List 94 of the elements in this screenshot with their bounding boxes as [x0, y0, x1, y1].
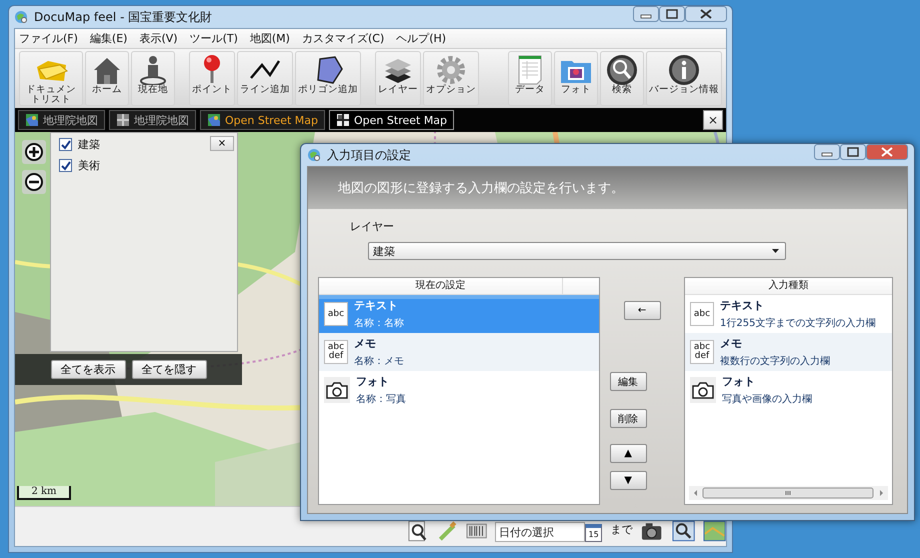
list-button[interactable]: ▲ — [610, 444, 647, 463]
search-icon[interactable] — [672, 520, 695, 542]
item-name: テキスト — [720, 298, 765, 313]
item-name: フォト — [356, 374, 390, 389]
toolbar-button[interactable]: ライン追加 — [237, 51, 293, 106]
map-tab[interactable]: 地理院地図 — [109, 110, 196, 130]
close-button[interactable] — [685, 6, 727, 22]
close-button[interactable]: × — [210, 136, 234, 151]
map-tab[interactable]: 地理院地図 — [18, 110, 105, 130]
layer-dropdown[interactable]: 建築 — [368, 242, 786, 260]
list-button[interactable]: ← — [624, 301, 661, 320]
minimize-button[interactable] — [633, 6, 659, 22]
map-thumbnail-icon — [25, 113, 39, 127]
item-detail: 名称：写真 — [356, 392, 406, 406]
menu-item[interactable]: ヘルプ(H) — [396, 31, 446, 46]
list-item[interactable]: フォト 名称：写真 — [319, 371, 600, 409]
checkbox[interactable] — [59, 159, 72, 172]
map-tab[interactable]: Open Street Map — [329, 110, 454, 130]
caret-icon — [772, 249, 779, 253]
column-header: 入力種類 — [768, 278, 810, 293]
toolbar-button[interactable]: ポリゴン追加 — [295, 51, 361, 106]
panel-button[interactable]: 全てを表示 — [50, 360, 126, 379]
toolbar-button[interactable]: ホーム — [85, 51, 129, 106]
search-icon — [605, 53, 639, 85]
menu-item[interactable]: 表示(V) — [139, 31, 178, 46]
menu-item[interactable]: カスタマイズ(C) — [302, 31, 384, 46]
maximize-button[interactable] — [659, 6, 685, 22]
layer-label: レイヤー — [350, 219, 395, 234]
item-detail: 写真や画像の入力欄 — [722, 392, 812, 406]
window-title: 入力項目の設定 — [327, 146, 411, 164]
zoom-out-icon[interactable] — [22, 170, 46, 194]
app-icon — [14, 10, 28, 24]
list-item[interactable]: フォト 写真や画像の入力欄 — [685, 371, 892, 409]
list-button[interactable]: 編集 — [610, 372, 647, 391]
text-type-icon: abc — [324, 302, 348, 326]
toolbar-button[interactable]: データ — [508, 51, 552, 106]
pencil-icon[interactable] — [436, 520, 458, 542]
panel-button[interactable]: 全てを隠す — [132, 360, 206, 379]
zoom-in-icon[interactable] — [22, 140, 46, 164]
item-detail: 1行255文字までの文字列の入力欄 — [720, 316, 876, 330]
item-name: メモ — [720, 336, 743, 351]
item-detail: 複数行の文字列の入力欄 — [720, 354, 830, 368]
menu-item[interactable]: ツール(T) — [190, 31, 238, 46]
menu-item[interactable]: ファイル(F) — [19, 31, 78, 46]
minimize-button[interactable] — [814, 144, 840, 160]
list-item[interactable]: abc テキスト 名称：名称 — [319, 295, 600, 333]
toolbar-button[interactable]: バージョン情報 — [646, 51, 722, 106]
map-thumbnail-icon — [336, 113, 350, 127]
document-search-icon[interactable] — [407, 520, 428, 542]
text-type-icon: abc — [690, 302, 714, 326]
item-name: メモ — [354, 336, 377, 351]
horizontal-scrollbar[interactable] — [689, 486, 888, 500]
toolbar-button[interactable]: 現在地 — [131, 51, 175, 106]
layer-name: 美術 — [78, 158, 100, 173]
item-detail: 名称：メモ — [354, 355, 404, 368]
camera-icon — [324, 377, 350, 403]
camera-icon — [690, 377, 716, 403]
scale-bar: 2 km — [17, 486, 71, 500]
map-tab[interactable]: Open Street Map — [200, 110, 326, 130]
layer-name: 建築 — [78, 137, 100, 152]
toolbar-button[interactable]: オプション — [423, 51, 479, 106]
toolbar-button[interactable]: ポイント — [189, 51, 235, 106]
column-header: 現在の設定 — [319, 278, 564, 294]
date-field[interactable]: 日付の選択 — [494, 522, 585, 542]
list-item[interactable]: abc def メモ 名称：メモ — [319, 333, 600, 371]
until-label: まで — [610, 522, 632, 537]
window-title: DocuMap feel - 国宝重要文化財 — [34, 8, 212, 26]
item-name: テキスト — [354, 298, 399, 313]
checkbox[interactable] — [59, 138, 72, 151]
map-thumbnail-icon — [207, 113, 221, 127]
item-name: フォト — [722, 374, 756, 389]
list-button[interactable]: 削除 — [610, 409, 647, 428]
toolbar-button[interactable]: フォト — [554, 51, 598, 106]
toolbar-button[interactable]: 検索 — [600, 51, 644, 106]
settings-icon — [434, 53, 468, 85]
menu-item[interactable]: 編集(E) — [90, 31, 128, 46]
close-button[interactable]: × — [703, 110, 723, 130]
list-item[interactable]: abc def メモ 複数行の文字列の入力欄 — [685, 333, 892, 371]
info-icon — [667, 53, 701, 85]
text-type-icon: abc def — [324, 340, 348, 364]
list-item[interactable]: abc テキスト 1行255文字までの文字列の入力欄 — [685, 295, 892, 333]
menu-item[interactable]: 地図(M) — [250, 31, 290, 46]
text-type-icon: abc def — [690, 340, 714, 364]
calendar-icon[interactable]: 15 — [584, 524, 602, 542]
toolbar-button[interactable]: ドキュメントリスト — [19, 51, 83, 106]
close-button[interactable] — [866, 144, 908, 160]
item-detail: 名称：名称 — [354, 317, 404, 330]
list-button[interactable]: ▼ — [610, 471, 647, 490]
toolbar-button[interactable]: レイヤー — [375, 51, 421, 106]
map-icon[interactable] — [702, 520, 726, 542]
map-thumbnail-icon — [116, 113, 130, 127]
maximize-button[interactable] — [840, 144, 866, 160]
description-banner: 地図の図形に登録する入力欄の設定を行います。 — [308, 167, 907, 209]
app-icon — [307, 148, 321, 162]
